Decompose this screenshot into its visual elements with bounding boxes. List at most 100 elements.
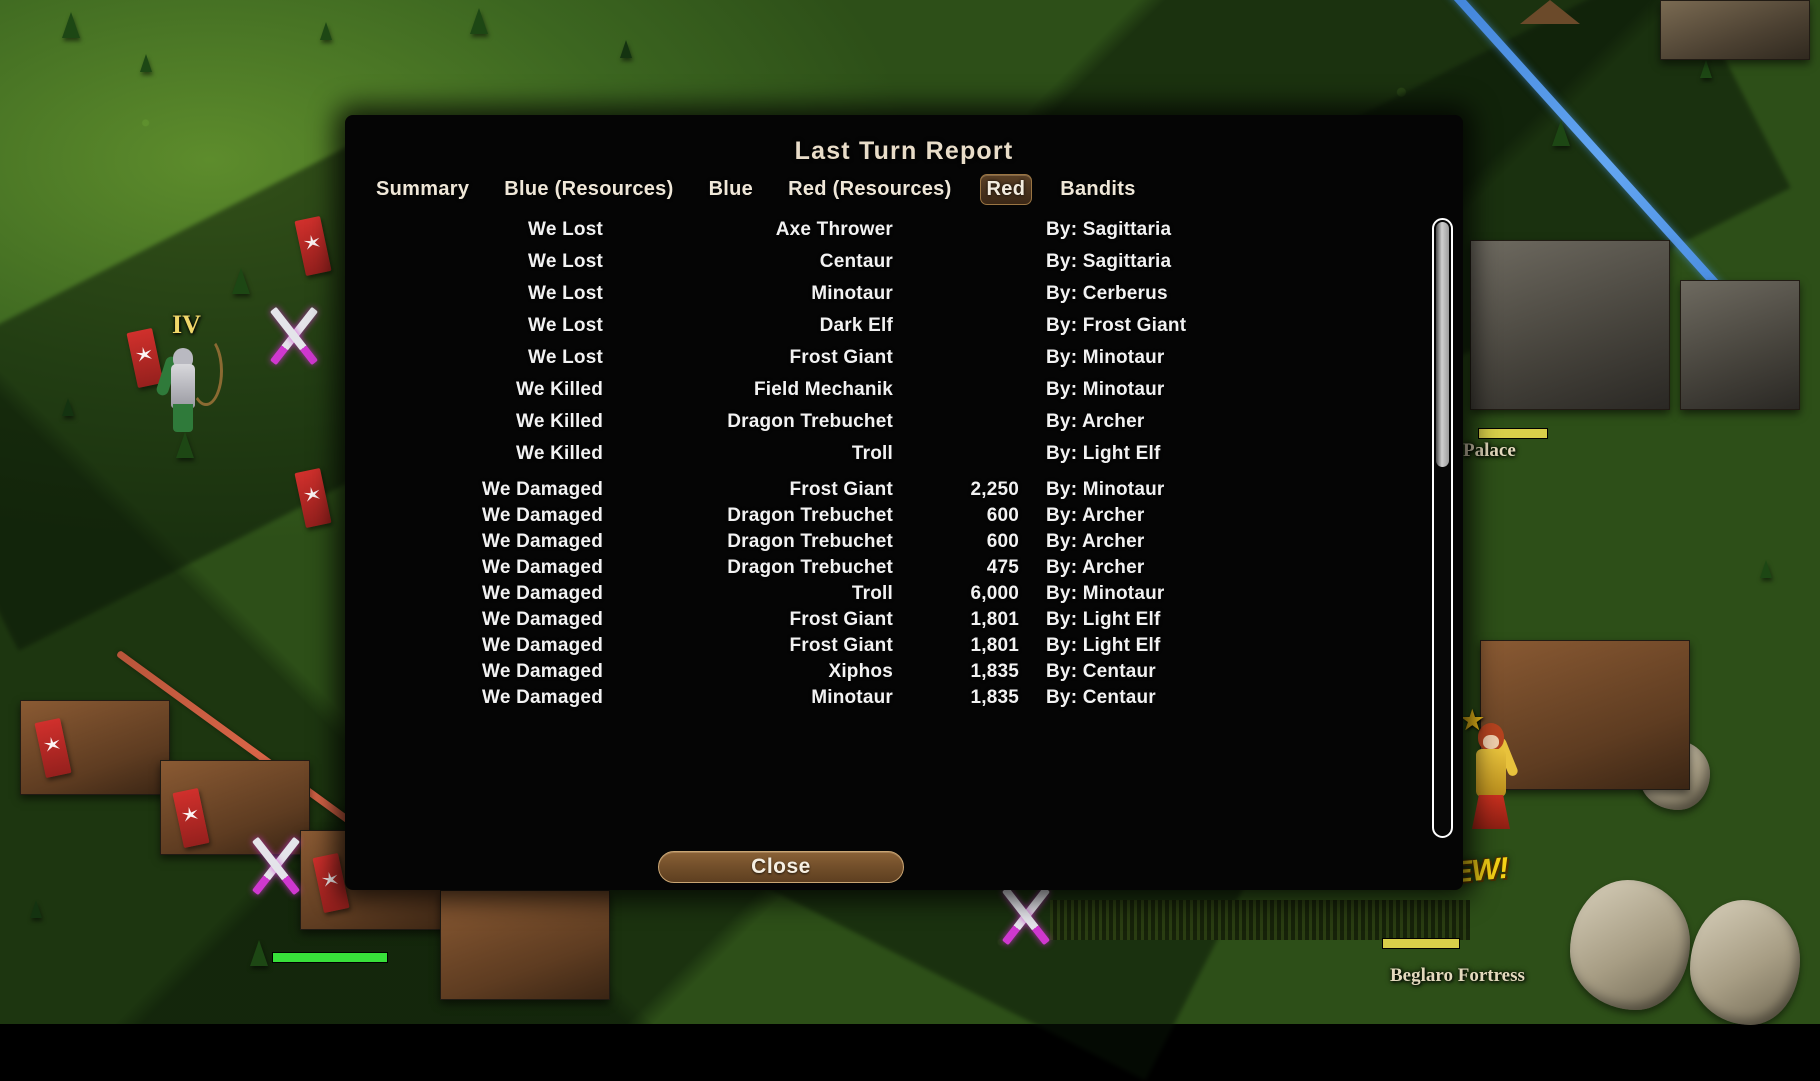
report-unit: Frost Giant	[789, 635, 893, 656]
table-row: We Damaged Dragon Trebuchet 475 By: Archer	[369, 557, 1423, 583]
report-source: By: Light Elf	[1046, 443, 1161, 464]
battle-marker-icon[interactable]	[990, 880, 1062, 952]
report-source: By: Sagittaria	[1046, 251, 1172, 272]
hero-face	[1483, 735, 1499, 749]
table-row: We Damaged Xiphos 1,835 By: Centaur	[369, 661, 1423, 687]
report-source: By: Archer	[1046, 531, 1145, 552]
unit-health-bar	[272, 952, 388, 963]
report-rows-list[interactable]: We Lost Axe Thrower By: Sagittaria We Lost C…	[369, 219, 1423, 809]
report-unit: Frost Giant	[789, 609, 893, 630]
battle-marker-icon[interactable]	[258, 300, 330, 372]
rock-formation	[1690, 900, 1800, 1025]
report-tab-bar: Summary Blue (Resources) Blue Red (Resource…	[369, 172, 1439, 206]
armor-icon	[171, 364, 195, 408]
report-unit: Troll	[851, 443, 893, 464]
report-unit: Dark Elf	[819, 315, 893, 336]
table-row: We Damaged Dragon Trebuchet 600 By: Archer	[369, 505, 1423, 531]
report-amount: 1,801	[970, 609, 1019, 630]
city-progress-bar	[1382, 938, 1460, 949]
report-action: We Lost	[528, 219, 603, 240]
tree-icon	[232, 268, 250, 294]
report-action: We Damaged	[482, 531, 603, 552]
table-row: We Damaged Frost Giant 2,250 By: Minotaur	[369, 479, 1423, 505]
report-source: By: Archer	[1046, 557, 1145, 578]
table-row: We Lost Frost Giant By: Minotaur	[369, 347, 1423, 379]
tab-blue-resources[interactable]: Blue (Resources)	[497, 174, 680, 205]
map-label-fortress: Beglaro Fortress	[1390, 965, 1525, 986]
table-row: We Lost Minotaur By: Cerberus	[369, 283, 1423, 315]
table-row: We Damaged Dragon Trebuchet 600 By: Archer	[369, 531, 1423, 557]
outpost-building[interactable]	[1660, 0, 1810, 60]
tent-icon	[1520, 0, 1580, 24]
report-source: By: Sagittaria	[1046, 219, 1172, 240]
scrollbar-thumb[interactable]	[1436, 222, 1449, 467]
tree-icon	[470, 8, 488, 34]
report-action: We Lost	[528, 347, 603, 368]
report-action: We Damaged	[482, 583, 603, 604]
report-scrollbar[interactable]	[1432, 218, 1453, 838]
report-action: We Lost	[528, 315, 603, 336]
tab-summary[interactable]: Summary	[369, 174, 476, 205]
report-action: We Damaged	[482, 505, 603, 526]
report-unit: Centaur	[819, 251, 893, 272]
report-action: We Damaged	[482, 609, 603, 630]
unit-level-numeral: IV	[172, 310, 201, 339]
tab-bandits[interactable]: Bandits	[1053, 174, 1142, 205]
last-turn-report-dialog: Last Turn Report Summary Blue (Resources)…	[345, 115, 1463, 890]
report-unit: Field Mechanik	[753, 379, 893, 400]
tree-icon	[620, 40, 632, 58]
report-action: We Damaged	[482, 661, 603, 682]
table-row: We Damaged Frost Giant 1,801 By: Light Elf	[369, 635, 1423, 661]
report-source: By: Archer	[1046, 411, 1145, 432]
table-row: We Killed Field Mechanik By: Minotaur	[369, 379, 1423, 411]
map-label-palace: Palace	[1463, 440, 1516, 461]
tab-red[interactable]: Red	[979, 173, 1033, 205]
tree-icon	[62, 12, 80, 38]
hero-armor	[1476, 749, 1506, 797]
report-unit: Troll	[851, 583, 893, 604]
table-row: We Damaged Minotaur 1,835 By: Centaur	[369, 687, 1423, 713]
report-amount: 1,835	[970, 661, 1019, 682]
camp-building[interactable]	[440, 890, 610, 1000]
hero-cape	[1472, 795, 1510, 829]
battle-marker-icon[interactable]	[240, 830, 312, 902]
report-source: By: Minotaur	[1046, 379, 1165, 400]
tree-icon	[140, 54, 152, 72]
table-row: We Lost Dark Elf By: Frost Giant	[369, 315, 1423, 347]
report-action: We Killed	[516, 443, 603, 464]
report-source: By: Cerberus	[1046, 283, 1168, 304]
report-unit: Frost Giant	[789, 347, 893, 368]
report-unit: Dragon Trebuchet	[727, 411, 893, 432]
archer-unit[interactable]	[155, 330, 223, 440]
tab-blue[interactable]: Blue	[702, 174, 761, 205]
report-unit: Dragon Trebuchet	[727, 531, 893, 552]
report-amount: 1,801	[970, 635, 1019, 656]
report-group-killed: We Killed Field Mechanik By: Minotaur We Ki…	[369, 379, 1423, 475]
report-unit: Axe Thrower	[775, 219, 893, 240]
report-action: We Damaged	[482, 557, 603, 578]
table-row: We Lost Centaur By: Sagittaria	[369, 251, 1423, 283]
report-action: We Damaged	[482, 479, 603, 500]
close-button[interactable]: Close	[658, 851, 904, 883]
palisade-fence	[1050, 900, 1470, 940]
table-row: We Killed Dragon Trebuchet By: Archer	[369, 411, 1423, 443]
table-row: We Lost Axe Thrower By: Sagittaria	[369, 219, 1423, 251]
report-source: By: Minotaur	[1046, 583, 1165, 604]
table-row: We Killed Troll By: Light Elf	[369, 443, 1423, 475]
report-group-lost: We Lost Axe Thrower By: Sagittaria We Lost C…	[369, 219, 1423, 379]
report-amount: 600	[986, 531, 1019, 552]
tab-red-resources[interactable]: Red (Resources)	[781, 174, 958, 205]
report-source: By: Frost Giant	[1046, 315, 1187, 336]
report-action: We Lost	[528, 283, 603, 304]
report-action: We Damaged	[482, 687, 603, 708]
report-action: We Damaged	[482, 635, 603, 656]
tree-icon	[1760, 560, 1772, 578]
palace-building[interactable]	[1470, 240, 1670, 410]
tree-icon	[250, 940, 268, 966]
tree-icon	[320, 22, 332, 40]
table-row: We Damaged Troll 6,000 By: Minotaur	[369, 583, 1423, 609]
report-unit: Dragon Trebuchet	[727, 557, 893, 578]
table-row: We Damaged Frost Giant 1,801 By: Light Elf	[369, 609, 1423, 635]
page-title: Last Turn Report	[794, 137, 1014, 165]
palace-wing[interactable]	[1680, 280, 1800, 410]
